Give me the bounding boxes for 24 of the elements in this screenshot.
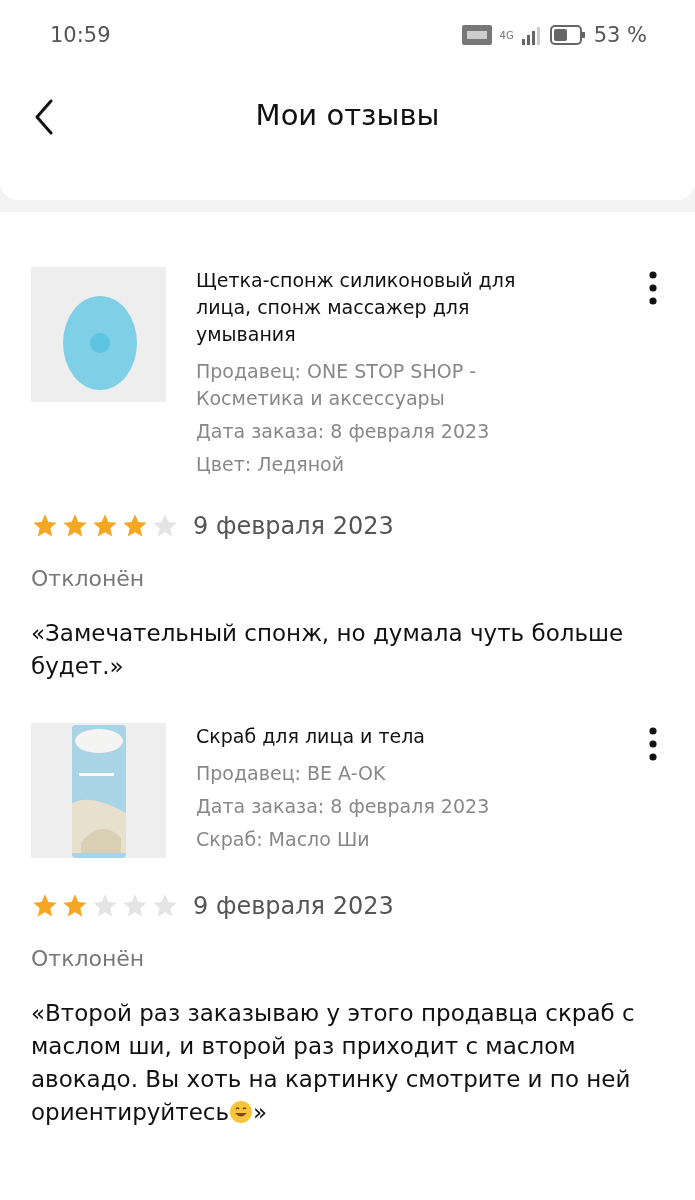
review-date: 9 февраля 2023 bbox=[193, 892, 394, 920]
review-text: «Замечательный спонж, но думала чуть больше будет.» bbox=[31, 619, 625, 681]
signal-icon bbox=[521, 25, 542, 45]
battery-percent: 53 % bbox=[593, 23, 647, 47]
seller-text: Продавец: BE A-OK bbox=[196, 761, 387, 786]
review-date: 9 февраля 2023 bbox=[193, 512, 394, 540]
volte-icon bbox=[461, 25, 492, 45]
product-name[interactable]: Щетка-спонж силиконовый для лица, спонж массажер для умывания bbox=[196, 267, 526, 348]
more-icon bbox=[649, 727, 657, 761]
grinning-face-icon bbox=[229, 1100, 254, 1124]
page-title: Мои отзывы bbox=[255, 98, 440, 132]
clock-time: 10:59 bbox=[50, 23, 111, 47]
order-date: Дата заказа: 8 февраля 2023 bbox=[196, 419, 491, 444]
review-text: «Второй раз заказываю у этого продавца скраб с маслом ши, и второй раз приходит с маслом авокадо. Вы хоть на картинку смотрите и по ней ориентируйтесь » bbox=[31, 999, 636, 1127]
variant-text: Цвет: Ледяной bbox=[196, 452, 346, 477]
product-name[interactable]: Скраб для лица и тела bbox=[196, 723, 526, 750]
seller-text: Продавец: ONE STOP SHOP - Косметика и аксессуары bbox=[196, 359, 477, 411]
more-icon bbox=[649, 271, 657, 305]
review-status: Отклонён bbox=[31, 946, 146, 971]
review-status: Отклонён bbox=[31, 566, 146, 591]
battery-icon bbox=[549, 25, 586, 45]
order-date: Дата заказа: 8 февраля 2023 bbox=[196, 794, 491, 819]
network-label: 4G bbox=[499, 29, 514, 41]
variant-text: Скраб: Масло Ши bbox=[196, 827, 371, 852]
